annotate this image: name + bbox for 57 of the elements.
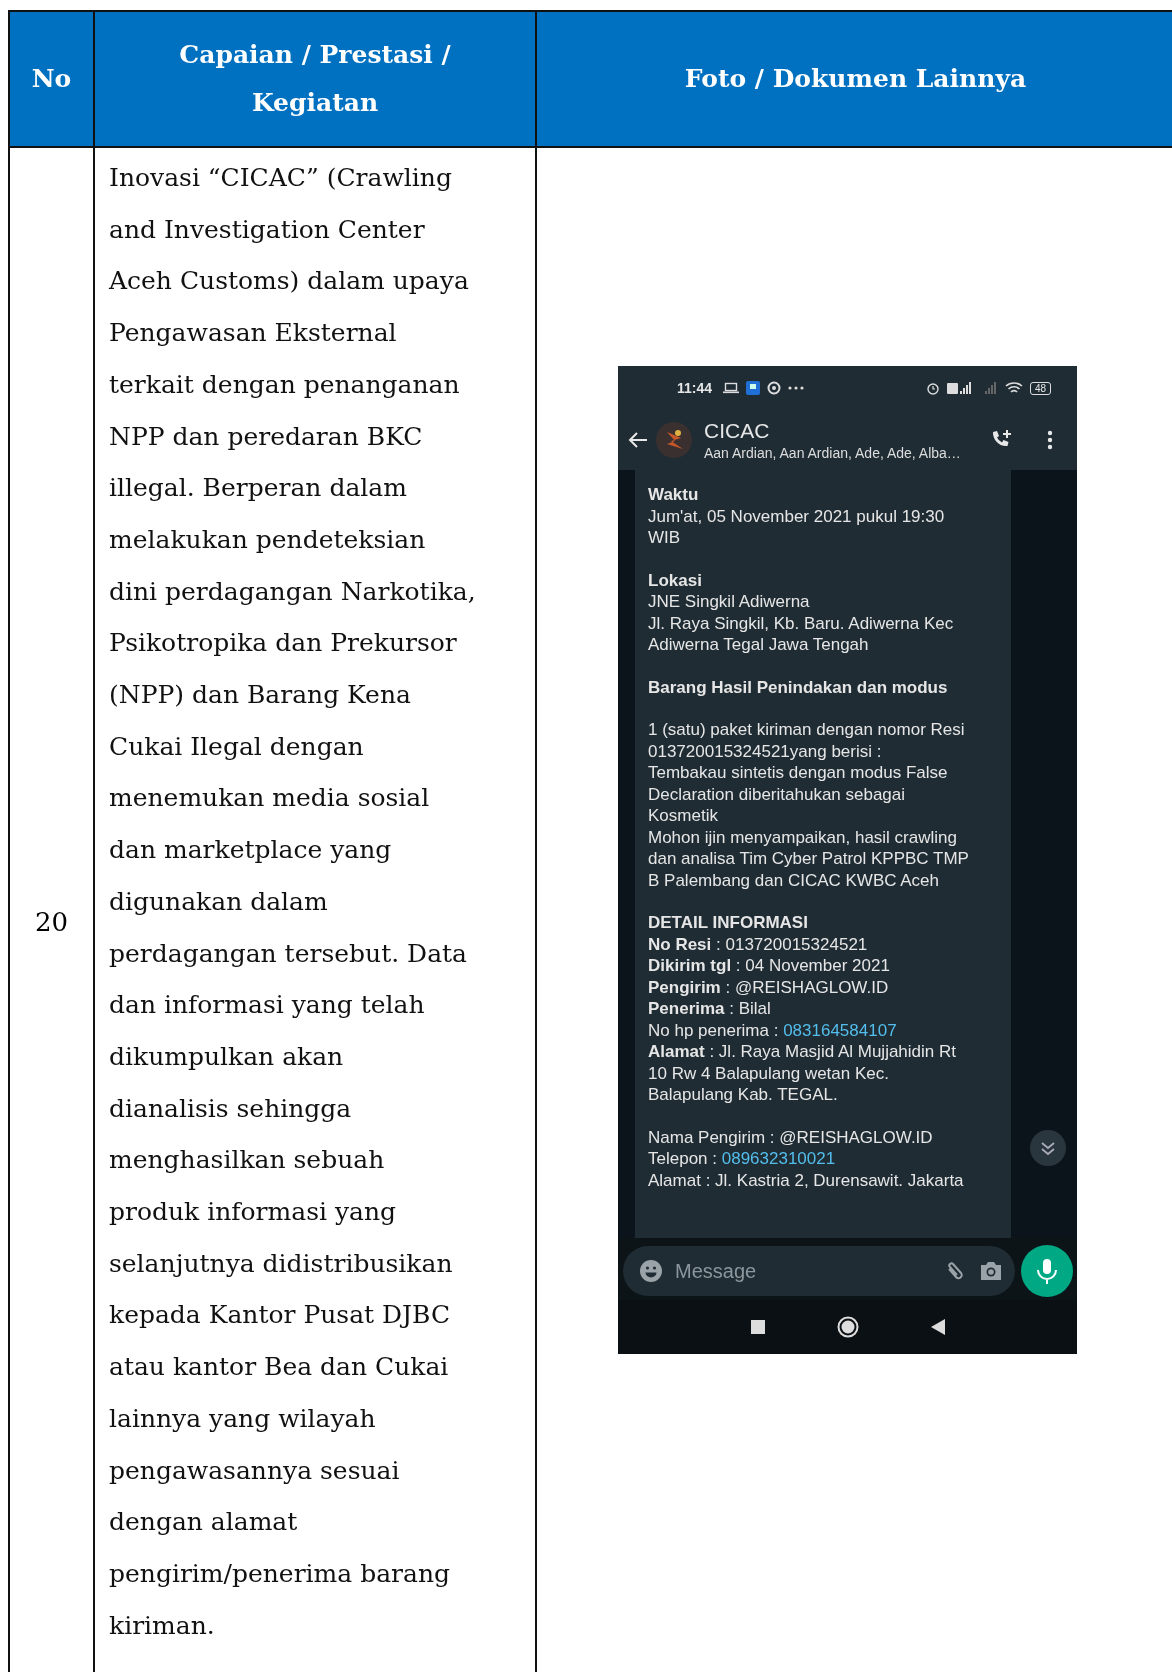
table-cell: 20 [10, 148, 95, 1672]
message-line: B Palembang dan CICAC KWBC Aceh [648, 869, 941, 891]
battery-indicator: 48 [1029, 381, 1051, 395]
message-line: Telepon : 089632310021 [648, 1148, 837, 1170]
message-line: Alamat : Jl. Raya Masjid Al Mujjahidin Rt [648, 1041, 957, 1063]
phone-link[interactable]: 083164584107 [783, 1020, 897, 1040]
message-line: Pengirim : @REISHAGLOW.ID [648, 976, 890, 998]
camera-icon[interactable] [979, 1260, 1003, 1282]
signal-icon [983, 381, 998, 395]
message-line: Tembakau sintetis dengan modus False [648, 762, 949, 784]
recent-apps-icon[interactable] [750, 1320, 765, 1334]
group-avatar[interactable] [656, 422, 692, 458]
message-line: 013720015324521yang berisi : [648, 740, 883, 762]
microphone-button[interactable] [1021, 1245, 1073, 1297]
message-line: Jum'at, 05 November 2021 pukul 19:30 [648, 505, 946, 527]
message-line: Balapulang Kab. TEGAL. [648, 1084, 839, 1106]
message-line: dan analisa Tim Cyber Patrol KPPBC TMP [648, 848, 970, 870]
message-line: Nama Pengirim : @REISHAGLOW.ID [648, 1126, 934, 1148]
column-header: No [10, 12, 95, 148]
message-line: Alamat : Jl. Kastria 2, Durensawit. Jakarta [648, 1169, 965, 1191]
column-header: Foto / Dokumen Lainnya [537, 12, 1172, 148]
wifi-icon [1004, 381, 1023, 395]
message-line: 1 (satu) paket kiriman dengan nomor Resi [648, 719, 966, 741]
message-line: No Resi : 013720015324521 [648, 933, 869, 955]
more-dots-icon [788, 386, 805, 390]
message-line: Dikirim tgl : 04 November 2021 [648, 955, 891, 977]
message-line: Declaration diberitahukan sebagai [648, 783, 907, 805]
phone-link[interactable]: 089632310021 [721, 1149, 836, 1168]
app-icon [746, 381, 761, 395]
emoji-icon[interactable] [639, 1259, 663, 1283]
laptop-icon [723, 382, 740, 394]
message-line: Kosmetik [648, 805, 719, 827]
status-time: 11:44 [677, 380, 713, 396]
message-line: WIB [648, 527, 682, 549]
scroll-down-button[interactable] [1030, 1130, 1066, 1166]
message-heading: Barang Hasil Penindakan dan modus [648, 676, 949, 698]
back-arrow-icon[interactable] [628, 431, 648, 449]
circle-icon [767, 381, 782, 395]
column-header: Capaian / Prestasi / Kegiatan [95, 12, 537, 148]
message-line: Jl. Raya Singkil, Kb. Baru. Adiwerna Kec [648, 612, 955, 634]
message-heading: Waktu [648, 484, 700, 506]
message-line: Mohon ijin menyampaikan, hasil crawling [648, 826, 958, 848]
message-line: 10 Rw 4 Balapulang wetan Kec. [648, 1062, 890, 1084]
message-line: Penerima : Bilal [648, 998, 772, 1020]
back-icon[interactable] [930, 1319, 945, 1335]
menu-icon[interactable] [1047, 430, 1053, 450]
description-paragraph: Inovasi “CICAC” (Crawling and Investigation Center Aceh Customs) dalam upaya Pengawasan Eksternal terkait dengan penanganan NPP dan peredaran BKC illegal. Berperan dalam melakukan pendeteksian dini perdagangan Narkotika, Psikotropika dan Prekursor (NPP) dan Barang Kena Cukai Ilegal dengan menemukan media sosial dan marketplace yang digunakan dalam perdagangan tersebut. Data dan informasi yang telah dikumpulkan akan dianalisis sehingga menghasilkan sebuah produk informasi yang selanjutnya didistribusikan kepada Kantor Pusat DJBC atau kantor Bea dan Cukai lainnya yang wilayah pengawasannya sesuai dengan alamat pengirim/penerima barang kiriman. [109, 162, 477, 1642]
chat-title[interactable]: CICAC [704, 419, 770, 443]
alarm-icon [925, 381, 940, 395]
message-heading: DETAIL INFORMASI [648, 912, 809, 934]
message-line: No hp penerima : 083164584107 [648, 1019, 898, 1041]
message-heading: Lokasi [648, 569, 703, 591]
message-line: JNE Singkil Adiwerna [648, 591, 811, 613]
home-icon[interactable] [836, 1316, 859, 1338]
message-line: Adiwerna Tegal Jawa Tengah [648, 634, 870, 656]
chat-members[interactable]: Aan Ardian, Aan Ardian, Ade, Ade, Alba… [704, 445, 961, 461]
message-input[interactable]: Message [623, 1246, 1015, 1296]
